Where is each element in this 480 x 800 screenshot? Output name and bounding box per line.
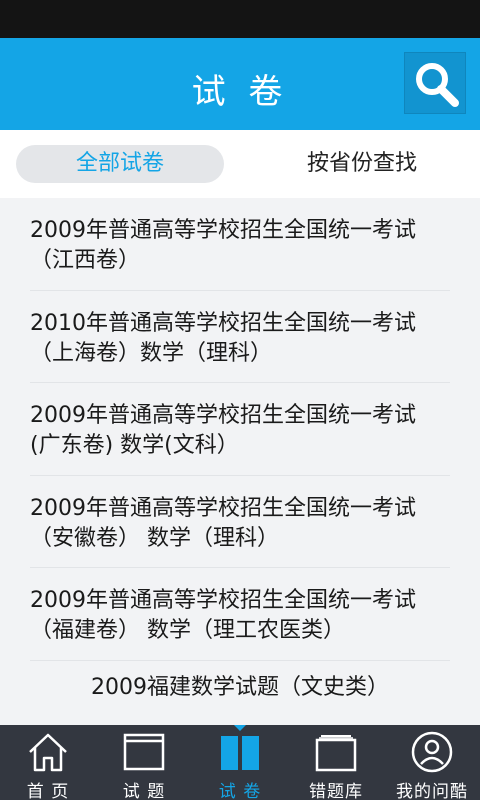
nav-item-questions[interactable]: 试 题 [96,725,192,800]
list-item[interactable]: 2009福建数学试题（文史类） [30,661,450,726]
filter-bar: 全部试卷 按省份查找 [0,130,480,198]
profile-icon [411,731,453,773]
nav-label: 错题库 [309,782,363,800]
nav-item-home[interactable]: 首 页 [0,725,96,800]
nav-item-wrong-questions[interactable]: 错题库 [288,725,384,800]
status-bar [0,0,480,38]
nav-label: 首 页 [26,782,70,800]
wrong-questions-icon [315,735,357,772]
list-item[interactable]: 2009年普通高等学校招生全国统一考试(广东卷) 数学(文科） [30,383,450,476]
search-icon [416,63,459,107]
nav-item-profile[interactable]: 我的问酷 [384,725,480,800]
list-item[interactable]: 2010年普通高等学校招生全国统一考试（上海卷）数学（理科） [30,291,450,383]
questions-icon [123,733,165,771]
home-icon [29,733,67,772]
nav-label: 试 题 [122,782,166,800]
paper-title: 2009福建数学试题（文史类） [91,674,389,700]
paper-title: 2009年普通高等学校招生全国统一考试（安徽卷） 数学（理科） [30,495,416,551]
nav-label: 我的问酷 [396,782,468,800]
bottom-nav: 首 页 试 题 试 卷 错题库 我的问酷 [0,725,480,800]
nav-label: 试 卷 [218,782,262,800]
list-item[interactable]: 2009年普通高等学校招生全国统一考试（江西卷） [30,198,450,291]
paper-title: 2009年普通高等学校招生全国统一考试(广东卷) 数学(文科） [30,403,416,458]
app-header: 试 卷 [0,38,480,130]
nav-item-papers[interactable]: 试 卷 [192,725,288,800]
paper-title: 2010年普通高等学校招生全国统一考试（上海卷）数学（理科） [30,310,416,366]
paper-title: 2009年普通高等学校招生全国统一考试（江西卷） [30,218,416,273]
tab-by-province[interactable]: 按省份查找 [262,145,462,183]
paper-title: 2009年普通高等学校招生全国统一考试（福建卷） 数学（理工农医类） [30,588,416,643]
tab-all-papers[interactable]: 全部试卷 [16,145,224,183]
paper-list: 2009年普通高等学校招生全国统一考试（江西卷） 2010年普通高等学校招生全国… [0,198,480,725]
papers-icon [221,736,259,770]
list-item[interactable]: 2009年普通高等学校招生全国统一考试（福建卷） 数学（理工农医类） [30,568,450,661]
list-item[interactable]: 2009年普通高等学校招生全国统一考试（安徽卷） 数学（理科） [30,476,450,568]
search-button[interactable] [404,52,466,114]
